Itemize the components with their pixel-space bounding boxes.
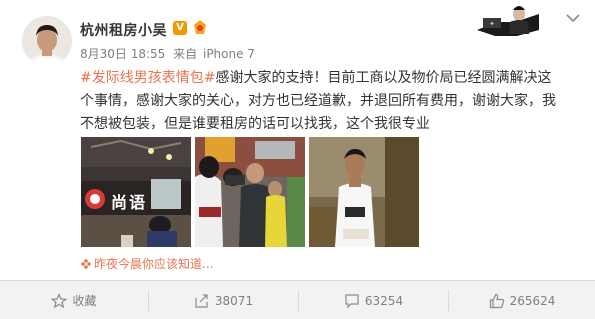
recommend-reason[interactable]: 昨夜今晨你应该知道...: [81, 255, 213, 272]
post-time[interactable]: 8月30日 18:55: [80, 45, 165, 62]
repost-icon: [195, 293, 208, 308]
like-button[interactable]: 265624: [449, 281, 595, 319]
card-decoration: ✦: [477, 0, 539, 38]
weibo-post-card: 杭州租房小吴 V 8月30日 18:55 来自 iPhone 7 ✦ #发际线男…: [0, 0, 595, 319]
repost-button[interactable]: 38071: [149, 281, 298, 319]
flower-icon: [81, 257, 91, 271]
post-meta: 8月30日 18:55 来自 iPhone 7: [80, 45, 255, 62]
member-icon[interactable]: [192, 19, 208, 36]
favorite-label: 收藏: [72, 294, 97, 308]
photo-sign-text: 尚: [111, 193, 128, 212]
thumbs-up-icon: [489, 293, 504, 308]
verified-icon[interactable]: V: [173, 21, 187, 35]
photo-sign-text-2: 语: [129, 193, 146, 212]
post-photo-2[interactable]: [195, 137, 305, 247]
repost-count: 38071: [214, 293, 254, 308]
source-prefix: 来自: [173, 47, 198, 61]
comment-count: 63254: [364, 293, 404, 308]
hashtag-link[interactable]: #发际线男孩表情包#: [80, 70, 215, 86]
chevron-down-icon[interactable]: [566, 13, 580, 23]
post-photo-1[interactable]: 尚 语: [81, 137, 191, 247]
avatar[interactable]: [22, 16, 72, 66]
recommend-reason-text: 昨夜今晨你应该知道...: [94, 257, 214, 271]
comment-icon: [345, 293, 359, 308]
action-bar: 收藏 38071 63254 265624: [0, 280, 595, 319]
star-icon: [51, 292, 68, 308]
post-text: #发际线男孩表情包#感谢大家的支持！目前工商以及物价局已经圆满解决这个事情，感谢…: [80, 67, 560, 136]
favorite-button[interactable]: 收藏: [0, 281, 148, 319]
post-source[interactable]: iPhone 7: [203, 47, 255, 61]
comment-button[interactable]: 63254: [299, 281, 448, 319]
post-photo-3[interactable]: [309, 137, 419, 247]
user-name[interactable]: 杭州租房小吴: [80, 20, 167, 40]
svg-text:✦: ✦: [489, 20, 495, 28]
like-count: 265624: [509, 293, 556, 308]
